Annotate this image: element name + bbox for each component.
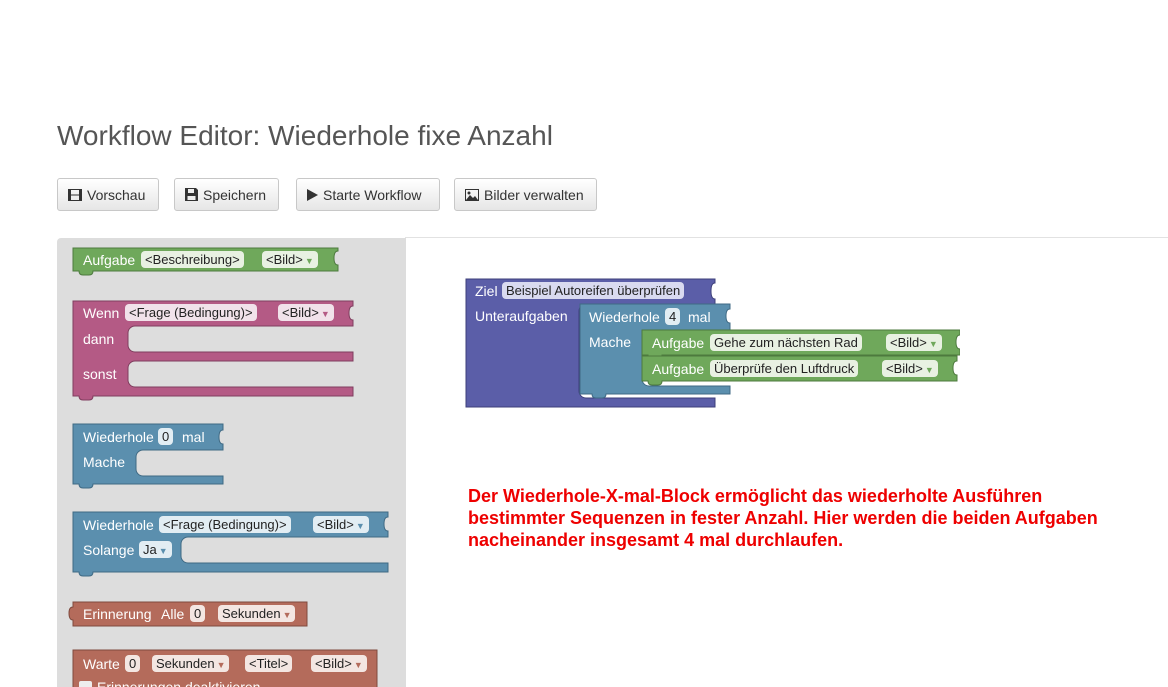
repeat-n-unit-label: mal	[182, 429, 205, 445]
repeat-do-label: Mache	[589, 334, 632, 350]
explanation-text: Der Wiederhole-X-mal-Block ermöglicht da…	[468, 486, 1098, 550]
manage-images-label: Bilder verwalten	[484, 186, 584, 203]
picture-icon	[465, 188, 479, 201]
preview-button[interactable]: Vorschau	[57, 178, 159, 211]
repeat-n-block-label: Wiederhole	[83, 429, 154, 445]
reminder-block-label: Erinnerung	[83, 606, 152, 622]
reminder-unit-label: Sekunden	[222, 606, 281, 621]
reminder-unit-dropdown[interactable]: Sekunden ▼	[218, 605, 296, 622]
floppy-disk-icon	[185, 188, 198, 201]
repeat-while-answer-dropdown[interactable]: Ja ▼	[139, 541, 172, 558]
chevron-down-icon: ▼	[353, 660, 363, 670]
chevron-down-icon: ▼	[320, 309, 330, 319]
task-2-image-label: <Bild>	[886, 361, 923, 376]
repeat-block-label: Wiederhole	[589, 309, 660, 325]
chevron-down-icon: ▼	[928, 339, 938, 349]
film-icon	[68, 188, 82, 201]
wait-image-dropdown[interactable]: <Bild> ▼	[311, 655, 367, 672]
save-label: Speichern	[203, 186, 267, 203]
wait-disable-reminders-checkbox[interactable]	[79, 681, 92, 687]
task-1-description-field[interactable]: Gehe zum nächsten Rad	[710, 334, 862, 351]
goal-block-label: Ziel	[475, 283, 498, 299]
wait-disable-reminders-label: Erinnerungen deaktivieren	[97, 679, 261, 687]
aufgabe-block-label: Aufgabe	[83, 252, 136, 268]
task-2-description-field[interactable]: Überprüfe den Luftdruck	[710, 360, 859, 377]
preview-label: Vorschau	[87, 186, 146, 203]
if-image-label: <Bild>	[282, 305, 319, 320]
reminder-every-label: Alle	[161, 606, 185, 622]
wait-block-label: Warte	[83, 656, 120, 672]
repeat-count-field[interactable]: 4	[665, 308, 681, 325]
wait-title-field[interactable]: <Titel>	[245, 655, 293, 672]
chevron-down-icon: ▼	[216, 660, 226, 670]
task-2-label: Aufgabe	[652, 361, 705, 377]
if-else-label: sonst	[83, 366, 117, 382]
repeat-while-answer-label: Ja	[143, 542, 157, 557]
repeat-while-block-label: Wiederhole	[83, 517, 154, 533]
manage-images-button[interactable]: Bilder verwalten	[454, 178, 597, 211]
block-toolbox: Aufgabe <Beschreibung> <Bild> ▼ Wenn <Fra…	[57, 238, 406, 687]
wait-image-label: <Bild>	[315, 656, 352, 671]
start-workflow-button[interactable]: Starte Workflow	[296, 178, 440, 211]
aufgabe-image-label: <Bild>	[266, 252, 303, 267]
repeat-n-count-field[interactable]: 0	[158, 428, 174, 445]
task-1-image-label: <Bild>	[890, 335, 927, 350]
page-title: Workflow Editor: Wiederhole fixe Anzahl	[57, 120, 553, 151]
wait-count-field[interactable]: 0	[125, 655, 141, 672]
if-block-label: Wenn	[83, 305, 120, 321]
wait-unit-dropdown[interactable]: Sekunden ▼	[152, 655, 230, 672]
repeat-while-question-field[interactable]: <Frage (Bedingung)>	[159, 516, 291, 533]
chevron-down-icon: ▼	[304, 256, 314, 266]
repeat-while-while-label: Solange	[83, 542, 135, 558]
chevron-down-icon: ▼	[282, 610, 292, 620]
goal-subtasks-label: Unteraufgaben	[475, 308, 568, 324]
aufgabe-image-dropdown[interactable]: <Bild> ▼	[262, 251, 318, 268]
task-2-image-dropdown[interactable]: <Bild> ▼	[882, 360, 938, 377]
if-then-label: dann	[83, 331, 115, 347]
task-1-image-dropdown[interactable]: <Bild> ▼	[886, 334, 942, 351]
aufgabe-description-field[interactable]: <Beschreibung>	[141, 251, 244, 268]
task-1-label: Aufgabe	[652, 335, 705, 351]
if-question-field[interactable]: <Frage (Bedingung)>	[125, 304, 257, 321]
reminder-count-field[interactable]: 0	[190, 605, 206, 622]
if-image-dropdown[interactable]: <Bild> ▼	[278, 304, 334, 321]
repeat-n-do-label: Mache	[83, 454, 126, 470]
repeat-while-image-label: <Bild>	[317, 517, 354, 532]
repeat-unit-label: mal	[688, 309, 711, 325]
save-button[interactable]: Speichern	[174, 178, 279, 211]
goal-value-field[interactable]: Beispiel Autoreifen überprüfen	[502, 282, 685, 299]
divider	[405, 237, 1168, 238]
start-workflow-label: Starte Workflow	[323, 186, 422, 203]
repeat-while-image-dropdown[interactable]: <Bild> ▼	[313, 516, 369, 533]
chevron-down-icon: ▼	[924, 365, 934, 375]
wait-unit-label: Sekunden	[156, 656, 215, 671]
chevron-down-icon: ▼	[158, 546, 168, 556]
play-icon	[307, 188, 318, 201]
chevron-down-icon: ▼	[355, 521, 365, 531]
